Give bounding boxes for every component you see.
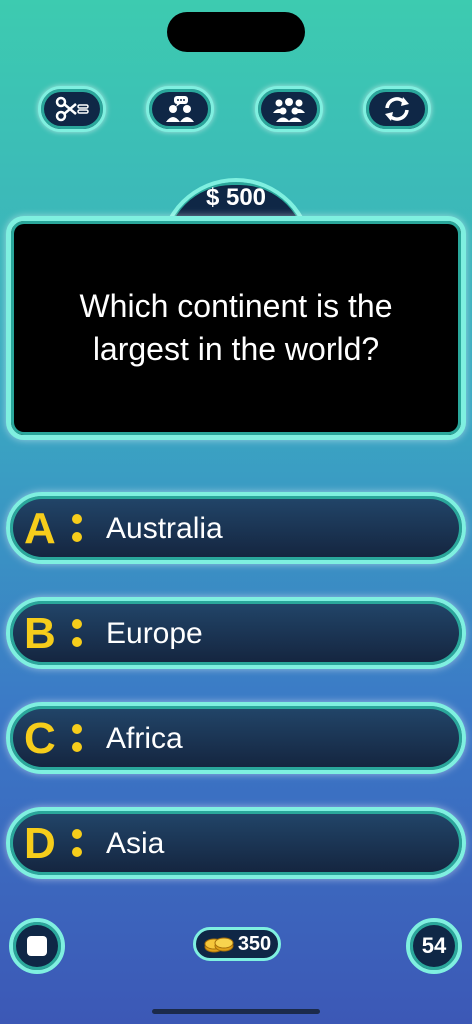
scissors-icon	[55, 96, 89, 122]
home-indicator[interactable]	[152, 1009, 320, 1014]
answer-label: Australia	[106, 512, 223, 545]
answer-letter: C	[24, 714, 56, 763]
answer-letter: B	[24, 609, 56, 658]
prize-amount: $ 500	[205, 184, 267, 211]
coin-balance: 350	[193, 927, 281, 961]
countdown-timer: 54	[406, 918, 462, 974]
answer-letter: D	[24, 819, 56, 868]
answer-label: Africa	[106, 722, 183, 755]
coins-icon	[204, 937, 234, 953]
answer-b-button[interactable]: B Europe	[6, 597, 466, 669]
answer-label: Asia	[106, 827, 165, 860]
lifeline-phone-friend-button[interactable]	[146, 86, 214, 132]
audience-group-icon	[273, 98, 305, 122]
refresh-icon	[385, 97, 409, 121]
device-notch	[167, 12, 305, 52]
lifeline-ask-audience-button[interactable]	[255, 86, 323, 132]
answer-c-button[interactable]: C Africa	[6, 702, 466, 774]
stop-icon	[27, 936, 47, 956]
answer-d-button[interactable]: D Asia	[6, 807, 466, 879]
answer-a-button[interactable]: A Australia	[6, 492, 466, 564]
answer-colon	[72, 720, 82, 756]
answer-colon	[72, 510, 82, 546]
answer-label: Europe	[106, 617, 203, 650]
lifeline-fifty-fifty-button[interactable]	[38, 86, 106, 132]
question-text: Which continent is the largest in the wo…	[79, 288, 393, 367]
answer-colon	[72, 615, 82, 651]
lifeline-switch-question-button[interactable]	[363, 86, 431, 132]
coin-count: 350	[237, 932, 272, 955]
timer-value: 54	[421, 933, 447, 958]
answer-colon	[72, 825, 82, 861]
question-panel: Which continent is the largest in the wo…	[6, 216, 466, 440]
answer-letter: A	[24, 504, 56, 553]
people-chat-icon	[166, 96, 194, 122]
stop-button[interactable]	[9, 918, 65, 974]
